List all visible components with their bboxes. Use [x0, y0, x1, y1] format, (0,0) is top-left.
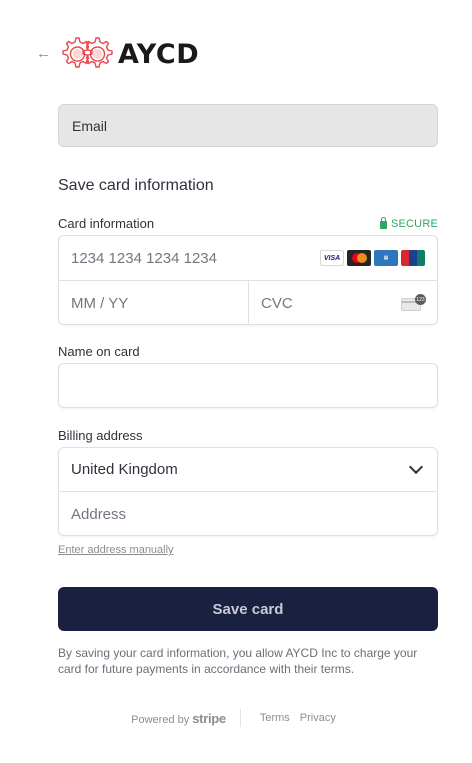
card-number-field[interactable]: 1234 1234 1234 1234 VISA ▦	[59, 236, 437, 281]
expiry-placeholder: MM / YY	[71, 294, 129, 312]
expiry-field[interactable]: MM / YY	[59, 281, 249, 325]
lock-icon	[379, 216, 387, 229]
unionpay-icon	[401, 250, 425, 266]
terms-text: By saving your card information, you all…	[58, 646, 418, 676]
card-brands: VISA ▦	[320, 250, 425, 266]
powered-by-stripe[interactable]: Powered by stripe	[131, 711, 226, 726]
save-card-button[interactable]: Save card	[58, 587, 438, 631]
visa-icon: VISA	[320, 250, 344, 266]
card-input-group: 1234 1234 1234 1234 VISA ▦ MM / YY CVC 1…	[58, 235, 438, 325]
terms-link[interactable]: Terms	[260, 712, 290, 724]
amex-icon: ▦	[374, 250, 398, 266]
card-label-row: Card information SECURE	[58, 216, 438, 231]
name-on-card-label: Name on card	[58, 344, 140, 359]
back-arrow-icon[interactable]: ←	[36, 46, 52, 62]
gear-logo-icon	[62, 37, 113, 68]
name-on-card-input[interactable]	[58, 363, 438, 408]
mastercard-icon	[347, 250, 371, 266]
privacy-link[interactable]: Privacy	[300, 712, 336, 724]
footer: Powered by stripe Terms Privacy	[0, 709, 472, 727]
cvc-field[interactable]: CVC 123	[249, 281, 437, 325]
email-placeholder: Email	[72, 117, 108, 134]
billing-address-group: United Kingdom Address	[58, 447, 438, 536]
card-number-placeholder: 1234 1234 1234 1234	[71, 249, 217, 267]
billing-address-label: Billing address	[58, 428, 143, 443]
chevron-down-icon	[408, 459, 424, 475]
address-input[interactable]: Address	[59, 492, 437, 536]
email-field[interactable]: Email	[58, 104, 438, 147]
header: ← AYCD	[36, 34, 199, 74]
secure-badge: SECURE	[379, 216, 438, 230]
enter-address-manually-link[interactable]: Enter address manually	[58, 544, 438, 556]
secure-label: SECURE	[390, 217, 438, 230]
section-title: Save card information	[58, 177, 214, 194]
brand-name: AYCD	[118, 38, 200, 70]
powered-by-label: Powered by	[131, 713, 190, 726]
country-value: United Kingdom	[71, 461, 178, 478]
country-select[interactable]: United Kingdom	[59, 448, 437, 492]
cvc-card-icon: 123	[401, 294, 426, 311]
cvc-placeholder: CVC	[261, 294, 293, 312]
card-information-label: Card information	[58, 216, 155, 231]
stripe-logo: stripe	[192, 710, 226, 726]
address-placeholder: Address	[71, 505, 127, 523]
footer-divider	[239, 709, 241, 727]
